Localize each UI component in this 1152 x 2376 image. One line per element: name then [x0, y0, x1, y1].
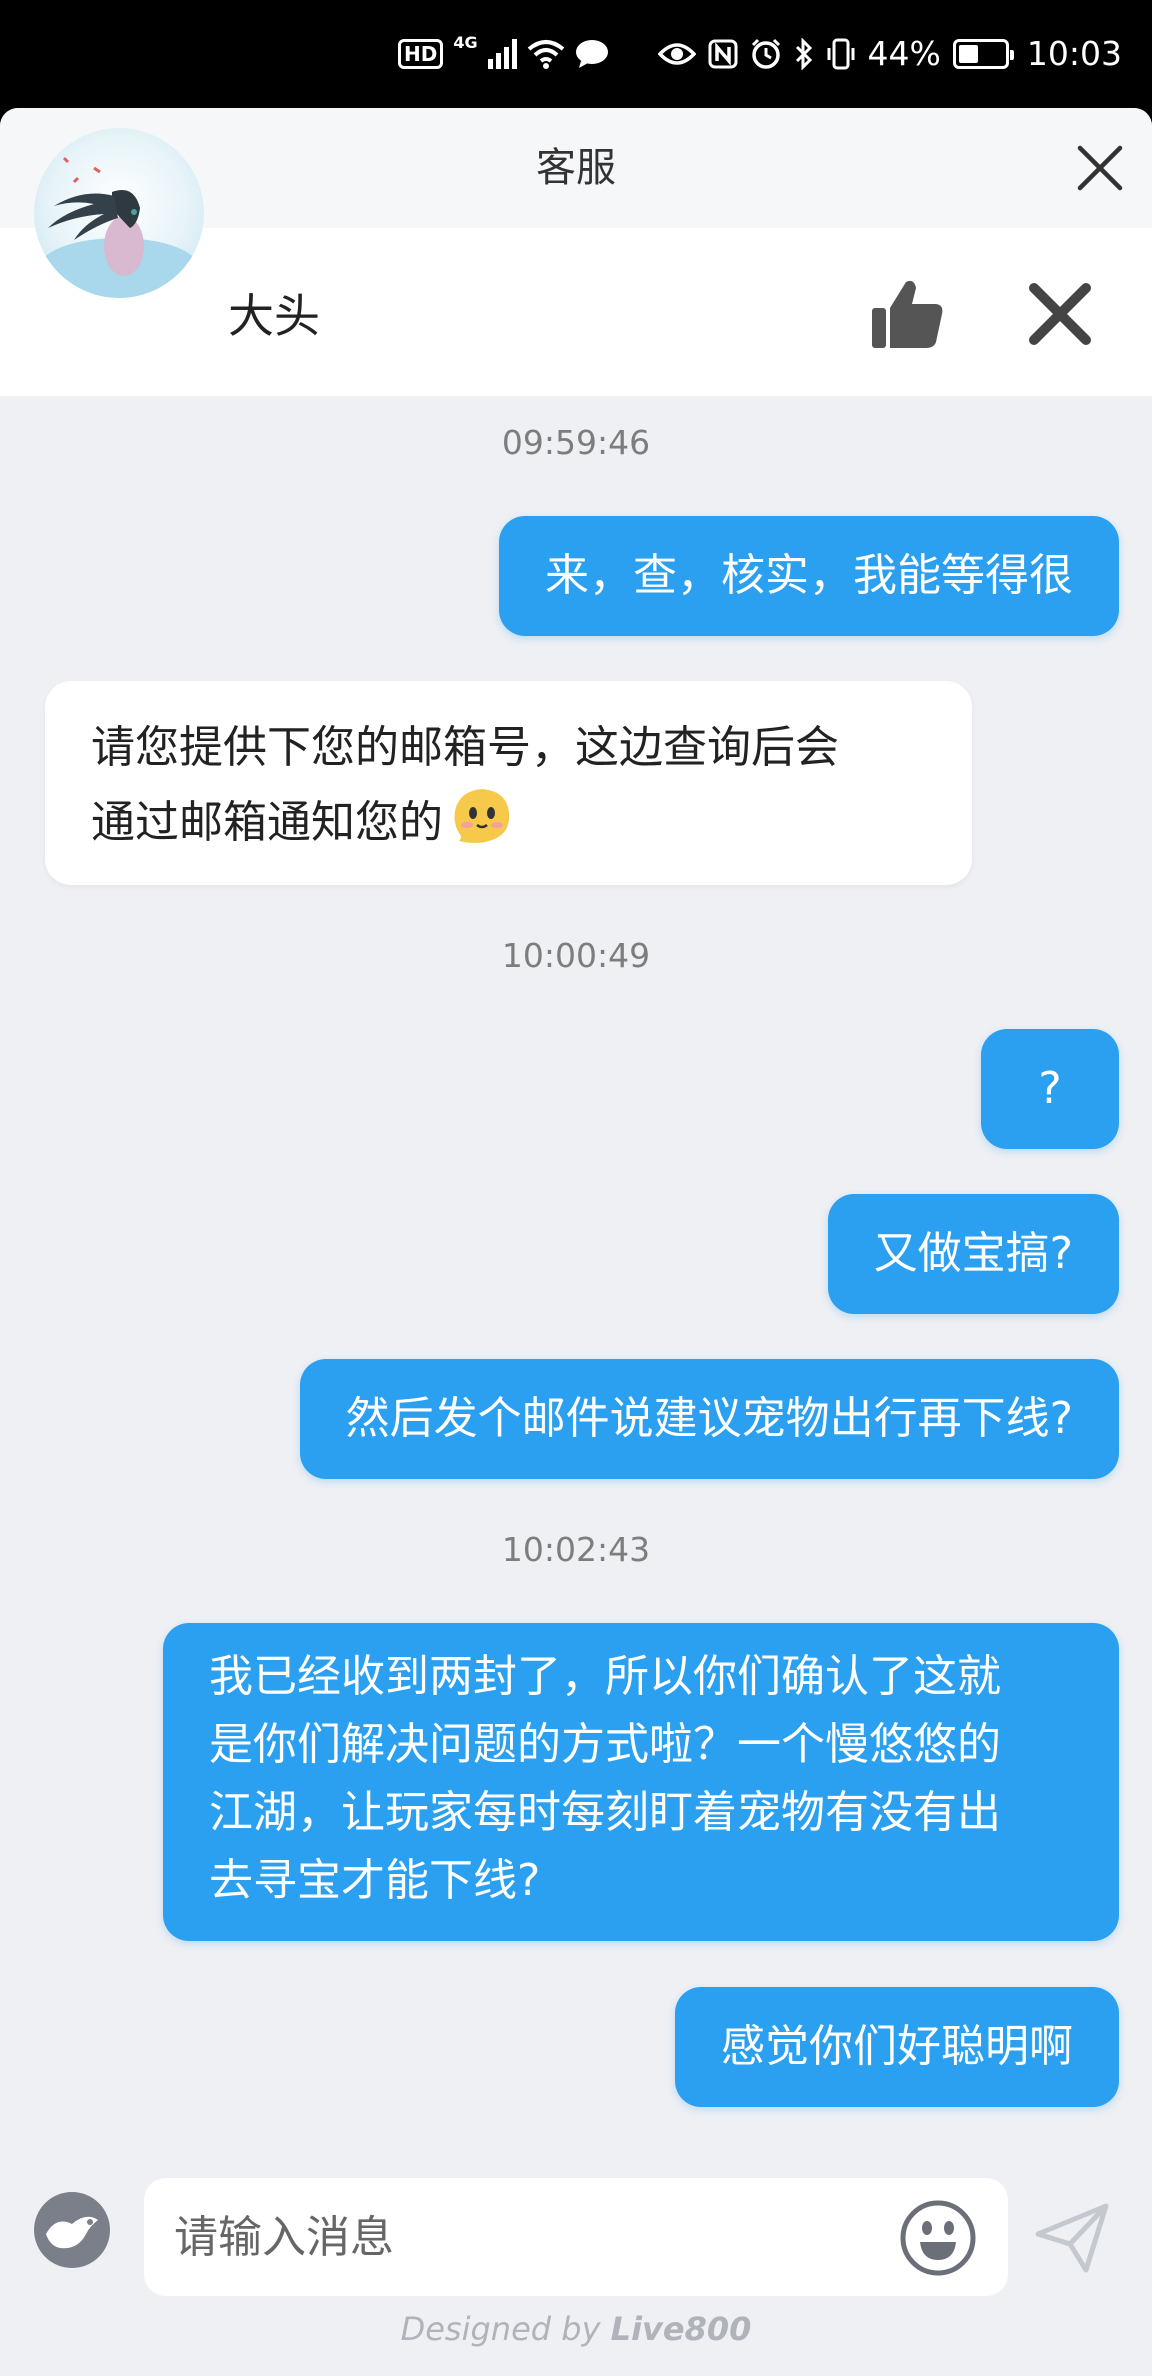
vibrate-icon [827, 38, 855, 69]
sent-message: 然后发个邮件说建议宠物出行再下线? [299, 1359, 1119, 1479]
thumbs-up-icon[interactable] [866, 274, 946, 354]
emoji-icon[interactable] [898, 2198, 978, 2278]
footer-brand: Live800 [610, 2310, 752, 2348]
chat-sheet: 客服 大头 09:59:46 来，查，核实，我能等得很 请您提供下您的邮箱号，这… [0, 108, 1152, 2376]
footer-prefix: Designed by [400, 2310, 601, 2348]
eye-icon [657, 42, 696, 65]
sent-message: 又做宝搞? [827, 1194, 1119, 1314]
message-text: 请您提供下您的邮箱号，这边查询后会 [91, 722, 839, 773]
hd-icon: HD [398, 39, 444, 69]
message-text: 又做宝搞? [873, 1228, 1073, 1279]
battery-fill [958, 44, 979, 63]
battery-icon [952, 38, 1014, 69]
agent-avatar [34, 128, 204, 298]
alarm-icon [751, 38, 780, 69]
sent-message: 感觉你们好聪明啊 [675, 1987, 1119, 2107]
timestamp: 09:59:46 [501, 423, 651, 462]
bird-logo-icon[interactable] [32, 2190, 112, 2270]
agent-name: 大头 [228, 289, 320, 343]
signal-icon [487, 39, 517, 69]
received-message: 请您提供下您的邮箱号，这边查询后会 通过邮箱通知您的 [45, 681, 972, 885]
message-text: 然后发个邮件说建议宠物出行再下线? [345, 1393, 1073, 1444]
message-text: 我已经收到两封了，所以你们确认了这就 [209, 1651, 1001, 1702]
battery-percent: 44% [867, 34, 941, 73]
nfc-icon [708, 39, 738, 68]
end-chat-icon[interactable] [1026, 280, 1094, 348]
sent-message: 来，查，核实，我能等得很 [499, 516, 1119, 636]
message-text: 通过邮箱通知您的 [91, 797, 443, 848]
wifi-icon [527, 40, 564, 69]
message-text: 感觉你们好聪明啊 [721, 2021, 1073, 2072]
message-input[interactable] [144, 2178, 1008, 2296]
message-text: 是你们解决问题的方式啦？一个慢悠悠的 [209, 1719, 1001, 1770]
timestamp: 10:00:49 [501, 936, 651, 975]
bluetooth-icon [795, 37, 812, 70]
timestamp: 10:02:43 [501, 1530, 651, 1569]
close-icon[interactable] [1070, 138, 1130, 198]
message-icon [575, 40, 608, 68]
message-text: 来，查，核实，我能等得很 [545, 550, 1073, 601]
send-icon[interactable] [1034, 2200, 1110, 2276]
message-text: ? [1038, 1063, 1062, 1114]
network-type: 4G [453, 32, 478, 52]
clock: 10:03 [1026, 34, 1122, 73]
smile-emoji-icon [454, 789, 510, 843]
footer-credit: Designed by Live800 [0, 2310, 1152, 2348]
status-bar: HD 4G 44% 10:03 [0, 0, 1152, 108]
sent-message: ? [981, 1029, 1119, 1149]
sheet-title: 客服 [536, 145, 616, 191]
message-text: 江湖，让玩家每时每刻盯着宠物有没有出 [209, 1787, 1001, 1838]
sent-message: 我已经收到两封了，所以你们确认了这就 是你们解决问题的方式啦？一个慢悠悠的 江湖… [163, 1623, 1119, 1941]
message-text: 去寻宝才能下线? [209, 1855, 541, 1906]
